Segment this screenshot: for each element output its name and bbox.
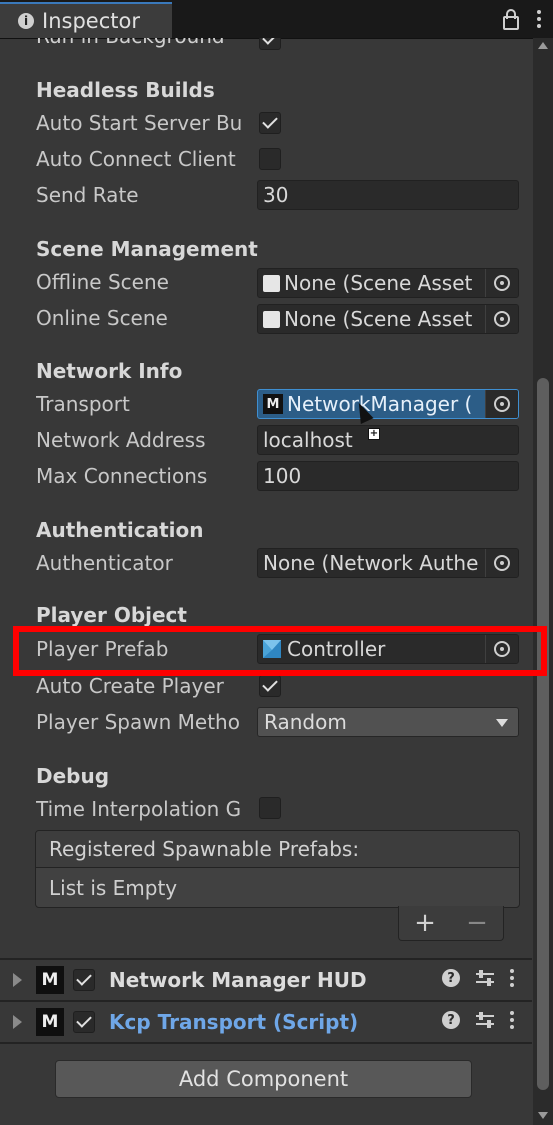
object-picker-icon[interactable] xyxy=(485,390,518,418)
time-interpolation-label: Time Interpolation G xyxy=(36,797,242,821)
help-icon[interactable]: ? xyxy=(442,1011,460,1029)
auto-connect-checkbox[interactable] xyxy=(259,148,281,170)
foldout-arrow-icon[interactable] xyxy=(13,1015,22,1029)
foldout-arrow-icon[interactable] xyxy=(13,973,22,987)
player-spawn-method-value: Random xyxy=(264,710,347,734)
list-buttons: + − xyxy=(398,906,504,941)
authenticator-field[interactable]: None (Network Authe xyxy=(257,548,519,578)
send-rate-label: Send Rate xyxy=(36,183,139,207)
online-scene-field[interactable]: None (Scene Asset xyxy=(257,304,519,334)
online-scene-label: Online Scene xyxy=(36,306,168,330)
auto-start-checkbox[interactable] xyxy=(259,112,281,134)
component-title: Kcp Transport (Script) xyxy=(109,1010,359,1034)
component-enabled-checkbox[interactable] xyxy=(73,969,95,991)
component-enabled-checkbox[interactable] xyxy=(73,1011,95,1033)
scroll-thumb[interactable] xyxy=(537,378,549,1090)
list-header: Registered Spawnable Prefabs: xyxy=(36,831,519,868)
authenticator-value: None (Network Authe xyxy=(263,551,479,575)
scroll-up-arrow-icon[interactable] xyxy=(538,42,548,49)
network-manager-icon: M xyxy=(36,1008,64,1036)
object-picker-icon[interactable] xyxy=(485,305,518,333)
transport-value: NetworkManager ( xyxy=(287,392,473,416)
run-in-background-label: Run in Background xyxy=(36,38,225,48)
player-object-header: Player Object xyxy=(36,603,187,627)
add-item-button[interactable]: + xyxy=(414,908,436,938)
scene-asset-icon xyxy=(263,310,280,328)
time-interpolation-checkbox[interactable] xyxy=(259,797,281,819)
transport-field[interactable]: M NetworkManager ( xyxy=(257,389,519,419)
auto-create-player-checkbox[interactable] xyxy=(259,675,281,697)
object-picker-icon[interactable] xyxy=(485,549,518,577)
more-options-icon[interactable] xyxy=(510,1011,514,1029)
component-title: Network Manager HUD xyxy=(109,968,367,992)
max-connections-label: Max Connections xyxy=(36,464,208,488)
chevron-down-icon xyxy=(496,719,508,727)
remove-item-button[interactable]: − xyxy=(466,908,488,938)
headless-builds-header: Headless Builds xyxy=(36,78,215,102)
network-manager-icon: M xyxy=(36,966,64,994)
player-spawn-method-dropdown[interactable]: Random xyxy=(257,707,519,737)
drag-copy-icon: + xyxy=(368,428,380,440)
network-address-input[interactable]: localhost xyxy=(257,425,519,455)
tab-actions xyxy=(503,8,541,30)
auto-create-player-label: Auto Create Player xyxy=(36,674,224,698)
network-info-header: Network Info xyxy=(36,359,183,383)
player-spawn-method-label: Player Spawn Metho xyxy=(36,710,240,734)
component-network-manager-hud[interactable]: M Network Manager HUD ? xyxy=(0,960,532,1000)
offline-scene-value: None (Scene Asset xyxy=(284,271,473,295)
component-actions: ? xyxy=(442,1011,514,1029)
scene-asset-icon xyxy=(263,274,280,292)
object-picker-icon[interactable] xyxy=(485,269,518,297)
tab-title: Inspector xyxy=(42,9,140,33)
info-icon: i xyxy=(18,13,34,29)
tab-inspector[interactable]: i Inspector xyxy=(0,2,172,38)
online-scene-value: None (Scene Asset xyxy=(284,307,473,331)
tab-bar: i Inspector xyxy=(0,0,553,39)
highlight-annotation xyxy=(13,626,547,676)
list-empty-text: List is Empty xyxy=(49,876,178,900)
inspector-content: Run in Background Headless Builds Auto S… xyxy=(0,38,532,1125)
network-manager-icon: M xyxy=(263,394,283,414)
scene-management-header: Scene Management xyxy=(36,237,258,261)
component-kcp-transport[interactable]: M Kcp Transport (Script) ? xyxy=(0,1002,532,1042)
run-in-background-checkbox[interactable] xyxy=(259,38,281,50)
help-icon[interactable]: ? xyxy=(442,969,460,987)
divider xyxy=(0,1042,532,1044)
max-connections-input[interactable]: 100 xyxy=(257,461,519,491)
auto-start-label: Auto Start Server Bu xyxy=(36,111,243,135)
auto-connect-label: Auto Connect Client xyxy=(36,147,236,171)
offline-scene-field[interactable]: None (Scene Asset xyxy=(257,268,519,298)
transport-label: Transport xyxy=(36,392,130,416)
add-component-button[interactable]: Add Component xyxy=(55,1060,472,1098)
authenticator-label: Authenticator xyxy=(36,551,173,575)
presets-icon[interactable] xyxy=(476,969,494,987)
more-options-icon[interactable] xyxy=(510,969,514,987)
more-options-icon[interactable] xyxy=(537,10,541,28)
scroll-down-arrow-icon[interactable] xyxy=(538,1112,548,1119)
authentication-header: Authentication xyxy=(36,518,204,542)
debug-header: Debug xyxy=(36,764,110,788)
send-rate-input[interactable]: 30 xyxy=(257,180,519,210)
presets-icon[interactable] xyxy=(476,1011,494,1029)
offline-scene-label: Offline Scene xyxy=(36,270,169,294)
scrollbar[interactable] xyxy=(533,38,553,1125)
network-address-label: Network Address xyxy=(36,428,206,452)
spawnable-prefabs-list: Registered Spawnable Prefabs: List is Em… xyxy=(35,830,520,908)
component-actions: ? xyxy=(442,969,514,987)
lock-icon[interactable] xyxy=(503,9,519,30)
